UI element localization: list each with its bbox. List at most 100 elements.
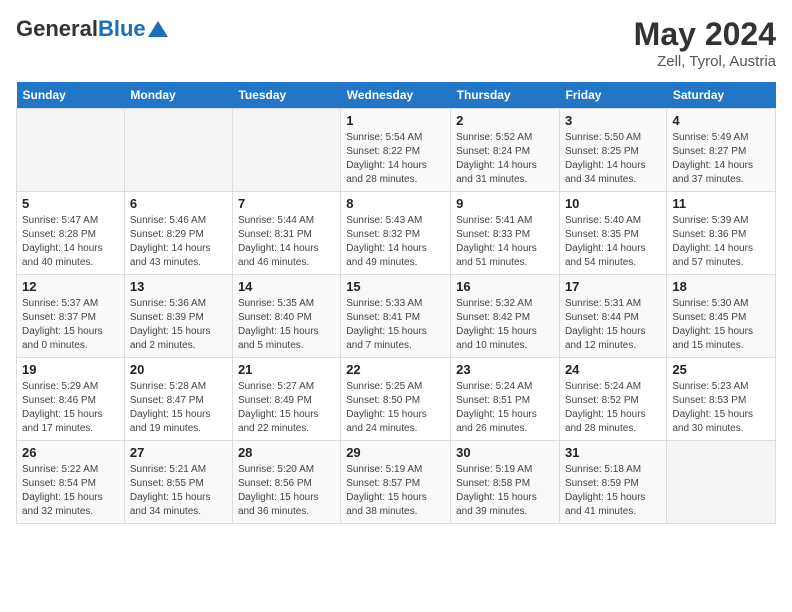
day-number: 4 [672, 113, 770, 128]
day-number: 6 [130, 196, 227, 211]
calendar-cell [124, 109, 232, 192]
calendar-cell: 11 Sunrise: 5:39 AM Sunset: 8:36 PM Dayli… [667, 192, 776, 275]
day-info: Sunrise: 5:43 AM Sunset: 8:32 PM Dayligh… [346, 214, 445, 270]
day-number: 17 [565, 279, 661, 294]
calendar-cell: 2 Sunrise: 5:52 AM Sunset: 8:24 PM Daylig… [451, 109, 560, 192]
calendar-header-row: SundayMondayTuesdayWednesdayThursdayFrid… [17, 82, 776, 109]
calendar-cell: 1Sunrise: 5:54 AM Sunset: 8:22 PM Daylig… [341, 109, 451, 192]
day-number: 2 [456, 113, 554, 128]
calendar-cell: 9 Sunrise: 5:41 AM Sunset: 8:33 PM Daylig… [451, 192, 560, 275]
calendar-cell: 12Sunrise: 5:37 AM Sunset: 8:37 PM Dayli… [17, 275, 125, 358]
calendar-title: May 2024 [634, 16, 776, 53]
day-number: 8 [346, 196, 445, 211]
day-number: 25 [672, 362, 770, 377]
day-number: 31 [565, 445, 661, 460]
day-info: Sunrise: 5:22 AM Sunset: 8:54 PM Dayligh… [22, 463, 119, 519]
day-info: Sunrise: 5:18 AM Sunset: 8:59 PM Dayligh… [565, 463, 661, 519]
calendar-cell: 22 Sunrise: 5:25 AM Sunset: 8:50 PM Dayli… [341, 358, 451, 441]
day-info: Sunrise: 5:52 AM Sunset: 8:24 PM Dayligh… [456, 131, 554, 187]
day-number: 28 [238, 445, 335, 460]
day-info: Sunrise: 5:46 AM Sunset: 8:29 PM Dayligh… [130, 214, 227, 270]
calendar-cell: 23 Sunrise: 5:24 AM Sunset: 8:51 PM Dayli… [451, 358, 560, 441]
calendar-cell: 28Sunrise: 5:20 AM Sunset: 8:56 PM Dayli… [232, 441, 340, 524]
logo-blue-text: Blue [98, 16, 146, 42]
calendar-cell [232, 109, 340, 192]
calendar-cell [667, 441, 776, 524]
day-number: 22 [346, 362, 445, 377]
day-number: 11 [672, 196, 770, 211]
page-header: General Blue May 2024 Zell, Tyrol, Austr… [16, 16, 776, 70]
logo: General Blue [16, 16, 168, 42]
day-info: Sunrise: 5:27 AM Sunset: 8:49 PM Dayligh… [238, 380, 335, 436]
col-header-tuesday: Tuesday [232, 82, 340, 109]
day-info: Sunrise: 5:28 AM Sunset: 8:47 PM Dayligh… [130, 380, 227, 436]
day-number: 20 [130, 362, 227, 377]
calendar-cell: 7 Sunrise: 5:44 AM Sunset: 8:31 PM Daylig… [232, 192, 340, 275]
day-info: Sunrise: 5:49 AM Sunset: 8:27 PM Dayligh… [672, 131, 770, 187]
day-info: Sunrise: 5:37 AM Sunset: 8:37 PM Dayligh… [22, 297, 119, 353]
day-info: Sunrise: 5:54 AM Sunset: 8:22 PM Dayligh… [346, 131, 445, 187]
col-header-thursday: Thursday [451, 82, 560, 109]
day-number: 18 [672, 279, 770, 294]
day-info: Sunrise: 5:32 AM Sunset: 8:42 PM Dayligh… [456, 297, 554, 353]
calendar-cell: 31 Sunrise: 5:18 AM Sunset: 8:59 PM Dayli… [559, 441, 666, 524]
day-number: 14 [238, 279, 335, 294]
day-number: 13 [130, 279, 227, 294]
day-info: Sunrise: 5:19 AM Sunset: 8:57 PM Dayligh… [346, 463, 445, 519]
calendar-cell: 3 Sunrise: 5:50 AM Sunset: 8:25 PM Daylig… [559, 109, 666, 192]
col-header-saturday: Saturday [667, 82, 776, 109]
calendar-table: SundayMondayTuesdayWednesdayThursdayFrid… [16, 82, 776, 524]
calendar-cell: 20 Sunrise: 5:28 AM Sunset: 8:47 PM Dayli… [124, 358, 232, 441]
day-info: Sunrise: 5:31 AM Sunset: 8:44 PM Dayligh… [565, 297, 661, 353]
day-info: Sunrise: 5:41 AM Sunset: 8:33 PM Dayligh… [456, 214, 554, 270]
day-number: 7 [238, 196, 335, 211]
calendar-cell: 30Sunrise: 5:19 AM Sunset: 8:58 PM Dayli… [451, 441, 560, 524]
day-info: Sunrise: 5:50 AM Sunset: 8:25 PM Dayligh… [565, 131, 661, 187]
calendar-cell [17, 109, 125, 192]
calendar-cell: 5Sunrise: 5:47 AM Sunset: 8:28 PM Daylig… [17, 192, 125, 275]
calendar-cell: 26 Sunrise: 5:22 AM Sunset: 8:54 PM Dayli… [17, 441, 125, 524]
day-number: 10 [565, 196, 661, 211]
col-header-friday: Friday [559, 82, 666, 109]
day-info: Sunrise: 5:30 AM Sunset: 8:45 PM Dayligh… [672, 297, 770, 353]
day-number: 19 [22, 362, 119, 377]
week-row-2: 5Sunrise: 5:47 AM Sunset: 8:28 PM Daylig… [17, 192, 776, 275]
calendar-cell: 24Sunrise: 5:24 AM Sunset: 8:52 PM Dayli… [559, 358, 666, 441]
calendar-cell: 15 Sunrise: 5:33 AM Sunset: 8:41 PM Dayli… [341, 275, 451, 358]
day-number: 21 [238, 362, 335, 377]
calendar-cell: 4 Sunrise: 5:49 AM Sunset: 8:27 PM Daylig… [667, 109, 776, 192]
day-info: Sunrise: 5:47 AM Sunset: 8:28 PM Dayligh… [22, 214, 119, 270]
day-info: Sunrise: 5:44 AM Sunset: 8:31 PM Dayligh… [238, 214, 335, 270]
day-number: 23 [456, 362, 554, 377]
day-number: 16 [456, 279, 554, 294]
week-row-5: 26 Sunrise: 5:22 AM Sunset: 8:54 PM Dayli… [17, 441, 776, 524]
day-info: Sunrise: 5:36 AM Sunset: 8:39 PM Dayligh… [130, 297, 227, 353]
day-info: Sunrise: 5:23 AM Sunset: 8:53 PM Dayligh… [672, 380, 770, 436]
day-info: Sunrise: 5:33 AM Sunset: 8:41 PM Dayligh… [346, 297, 445, 353]
week-row-3: 12Sunrise: 5:37 AM Sunset: 8:37 PM Dayli… [17, 275, 776, 358]
calendar-cell: 6 Sunrise: 5:46 AM Sunset: 8:29 PM Daylig… [124, 192, 232, 275]
calendar-cell: 21 Sunrise: 5:27 AM Sunset: 8:49 PM Dayli… [232, 358, 340, 441]
day-info: Sunrise: 5:29 AM Sunset: 8:46 PM Dayligh… [22, 380, 119, 436]
day-number: 15 [346, 279, 445, 294]
week-row-1: 1Sunrise: 5:54 AM Sunset: 8:22 PM Daylig… [17, 109, 776, 192]
day-number: 29 [346, 445, 445, 460]
day-info: Sunrise: 5:24 AM Sunset: 8:52 PM Dayligh… [565, 380, 661, 436]
day-number: 26 [22, 445, 119, 460]
day-info: Sunrise: 5:25 AM Sunset: 8:50 PM Dayligh… [346, 380, 445, 436]
day-info: Sunrise: 5:24 AM Sunset: 8:51 PM Dayligh… [456, 380, 554, 436]
logo-general-text: General [16, 16, 98, 42]
calendar-cell: 13 Sunrise: 5:36 AM Sunset: 8:39 PM Dayli… [124, 275, 232, 358]
col-header-wednesday: Wednesday [341, 82, 451, 109]
day-info: Sunrise: 5:39 AM Sunset: 8:36 PM Dayligh… [672, 214, 770, 270]
calendar-cell: 17 Sunrise: 5:31 AM Sunset: 8:44 PM Dayli… [559, 275, 666, 358]
day-number: 3 [565, 113, 661, 128]
col-header-monday: Monday [124, 82, 232, 109]
day-info: Sunrise: 5:21 AM Sunset: 8:55 PM Dayligh… [130, 463, 227, 519]
calendar-cell: 19 Sunrise: 5:29 AM Sunset: 8:46 PM Dayli… [17, 358, 125, 441]
calendar-cell: 16 Sunrise: 5:32 AM Sunset: 8:42 PM Dayli… [451, 275, 560, 358]
calendar-cell: 14Sunrise: 5:35 AM Sunset: 8:40 PM Dayli… [232, 275, 340, 358]
calendar-cell: 10Sunrise: 5:40 AM Sunset: 8:35 PM Dayli… [559, 192, 666, 275]
day-number: 9 [456, 196, 554, 211]
calendar-cell: 27Sunrise: 5:21 AM Sunset: 8:55 PM Dayli… [124, 441, 232, 524]
